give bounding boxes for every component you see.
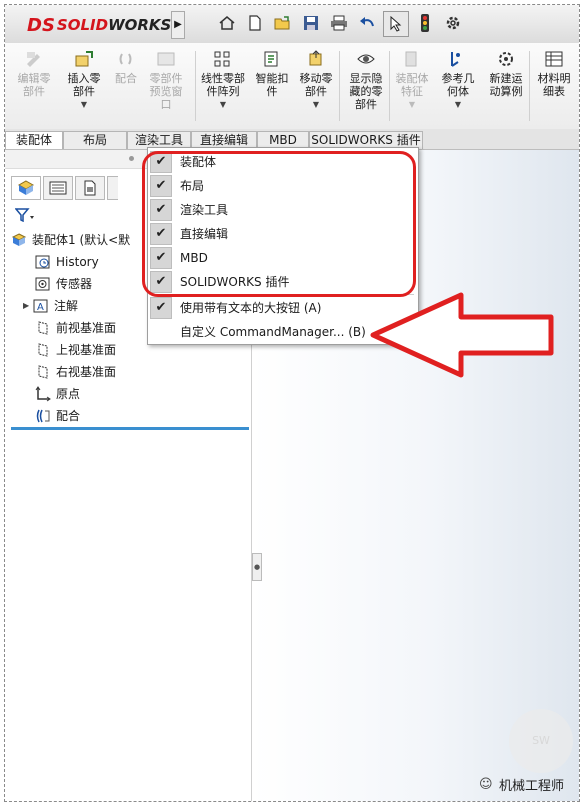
reference-geometry-label: 参考几 何体 <box>441 72 475 98</box>
watermark-badge: SW <box>509 709 573 773</box>
smart-fasteners-icon <box>260 49 284 69</box>
command-manager: 编辑零 部件 插入零 部件 ▼ 配合 零部件 预览窗 口 线性零部 件阵列 ▼ … <box>5 43 579 130</box>
tree-item-label: 原点 <box>56 387 81 401</box>
menu-item-label: 使用带有文本的大按钮 (A) <box>180 301 322 315</box>
highlight-box-annotation <box>142 151 416 297</box>
filter-icon[interactable] <box>14 208 35 226</box>
tree-item-label: 传感器 <box>56 277 93 291</box>
tree-item-top-plane[interactable]: 上视基准面 <box>35 340 116 360</box>
tree-root-label: 装配体1 (默认<默 <box>32 233 131 247</box>
menu-item-label: 自定义 CommandManager... (B) <box>180 325 366 339</box>
home-icon[interactable] <box>215 11 239 35</box>
assembly-icon <box>11 232 27 248</box>
expand-arrow-icon[interactable]: ▶ <box>23 296 29 316</box>
title-bar: DS SOLIDWORKS ▶ <box>5 5 579 44</box>
motion-study-icon <box>494 49 518 69</box>
new-motion-study-button[interactable]: 新建运 动算例 <box>479 49 533 98</box>
tree-item-label: 右视基准面 <box>56 365 117 379</box>
feature-manager-tab-icon[interactable] <box>11 176 41 200</box>
checkmark-icon: ✔ <box>150 297 172 319</box>
tree-item-label: 配合 <box>56 409 81 423</box>
rollback-bar[interactable] <box>11 427 249 430</box>
tab-assembly[interactable]: 装配体 <box>5 131 63 149</box>
history-icon <box>35 254 51 270</box>
open-icon[interactable] <box>271 11 295 35</box>
arrow-annotation-icon <box>370 292 554 378</box>
tree-item-right-plane[interactable]: 右视基准面 <box>35 362 116 382</box>
tree-item-annotations[interactable]: ▶ A 注解 <box>23 296 78 316</box>
tree-root-assembly[interactable]: 装配体1 (默认<默 <box>11 230 130 250</box>
annotation-icon: A <box>33 298 49 314</box>
undo-icon[interactable] <box>355 11 379 35</box>
options-icon[interactable] <box>441 11 465 35</box>
dropdown-arrow-icon[interactable]: ▼ <box>57 98 111 111</box>
dropdown-arrow-icon[interactable]: ▼ <box>191 98 255 111</box>
tree-item-label: 前视基准面 <box>56 321 117 335</box>
tree-item-origin[interactable]: 原点 <box>35 384 80 404</box>
property-manager-tab-icon[interactable] <box>43 176 73 200</box>
plane-icon <box>35 320 51 336</box>
save-icon[interactable] <box>299 11 323 35</box>
move-component-icon <box>304 49 328 69</box>
brand-name: SOLIDWORKS <box>56 16 172 34</box>
tree-item-label: 注解 <box>54 299 79 313</box>
pane-collapse-handle-icon[interactable]: ● <box>252 553 262 581</box>
more-tabs-icon[interactable] <box>107 176 118 200</box>
tree-item-mates[interactable]: 配合 <box>35 406 80 426</box>
configuration-manager-tab-icon[interactable] <box>75 176 105 200</box>
screenshot-frame: DS SOLIDWORKS ▶ 编辑零 部件 插入零 部件 ▼ 配合 零部件 预… <box>4 4 580 802</box>
tree-item-label: History <box>56 255 99 269</box>
bill-of-materials-icon <box>542 49 566 69</box>
pane-grip-icon[interactable] <box>129 156 134 161</box>
sensor-icon <box>35 276 51 292</box>
reference-geometry-button[interactable]: 参考几 何体 ▼ <box>431 49 485 111</box>
watermark-text: 机械工程师 <box>499 779 565 794</box>
edit-component-button[interactable]: 编辑零 部件 <box>7 49 61 98</box>
assembly-features-icon <box>400 49 424 69</box>
mate-icon <box>114 49 138 69</box>
select-icon[interactable] <box>383 11 409 37</box>
component-preview-label: 零部件 预览窗 口 <box>149 72 183 111</box>
linear-pattern-icon <box>211 49 235 69</box>
origin-icon <box>35 386 51 402</box>
tree-item-front-plane[interactable]: 前视基准面 <box>35 318 116 338</box>
rebuild-icon[interactable] <box>413 11 437 35</box>
new-file-icon[interactable] <box>243 11 267 35</box>
plane-icon <box>35 342 51 358</box>
ds-logo-mark: DS <box>27 14 55 36</box>
svg-text:A: A <box>37 302 44 313</box>
pane-tabs <box>11 176 118 200</box>
edit-component-icon <box>22 49 46 69</box>
bill-of-materials-button[interactable]: 材料明 细表 <box>527 49 579 98</box>
tab-layout[interactable]: 布局 <box>63 131 127 149</box>
dropdown-arrow-icon[interactable]: ▼ <box>289 98 343 111</box>
show-hidden-icon <box>354 49 378 69</box>
bill-of-materials-label: 材料明 细表 <box>537 72 571 98</box>
dropdown-arrow-icon[interactable]: ▼ <box>431 98 485 111</box>
reference-geometry-icon <box>446 49 470 69</box>
insert-component-icon <box>72 49 96 69</box>
solidworks-logo[interactable]: DS SOLIDWORKS <box>27 13 171 37</box>
tree-item-label: 上视基准面 <box>56 343 117 357</box>
print-icon[interactable] <box>327 11 351 35</box>
edit-component-label: 编辑零 部件 <box>17 72 51 98</box>
quick-access-toolbar <box>215 11 465 37</box>
tree-item-sensors[interactable]: 传感器 <box>35 274 92 294</box>
plane-icon <box>35 364 51 380</box>
component-preview-icon <box>154 49 178 69</box>
wechat-icon: ☺ <box>479 777 493 792</box>
component-preview-button[interactable]: 零部件 预览窗 口 <box>139 49 193 111</box>
move-component-label: 移动零 部件 <box>299 72 333 98</box>
move-component-button[interactable]: 移动零 部件 ▼ <box>289 49 343 111</box>
new-motion-study-label: 新建运 动算例 <box>489 72 523 98</box>
mates-icon <box>35 408 51 424</box>
tree-item-history[interactable]: History <box>35 252 99 272</box>
menu-expand-arrow-icon[interactable]: ▶ <box>171 11 185 39</box>
